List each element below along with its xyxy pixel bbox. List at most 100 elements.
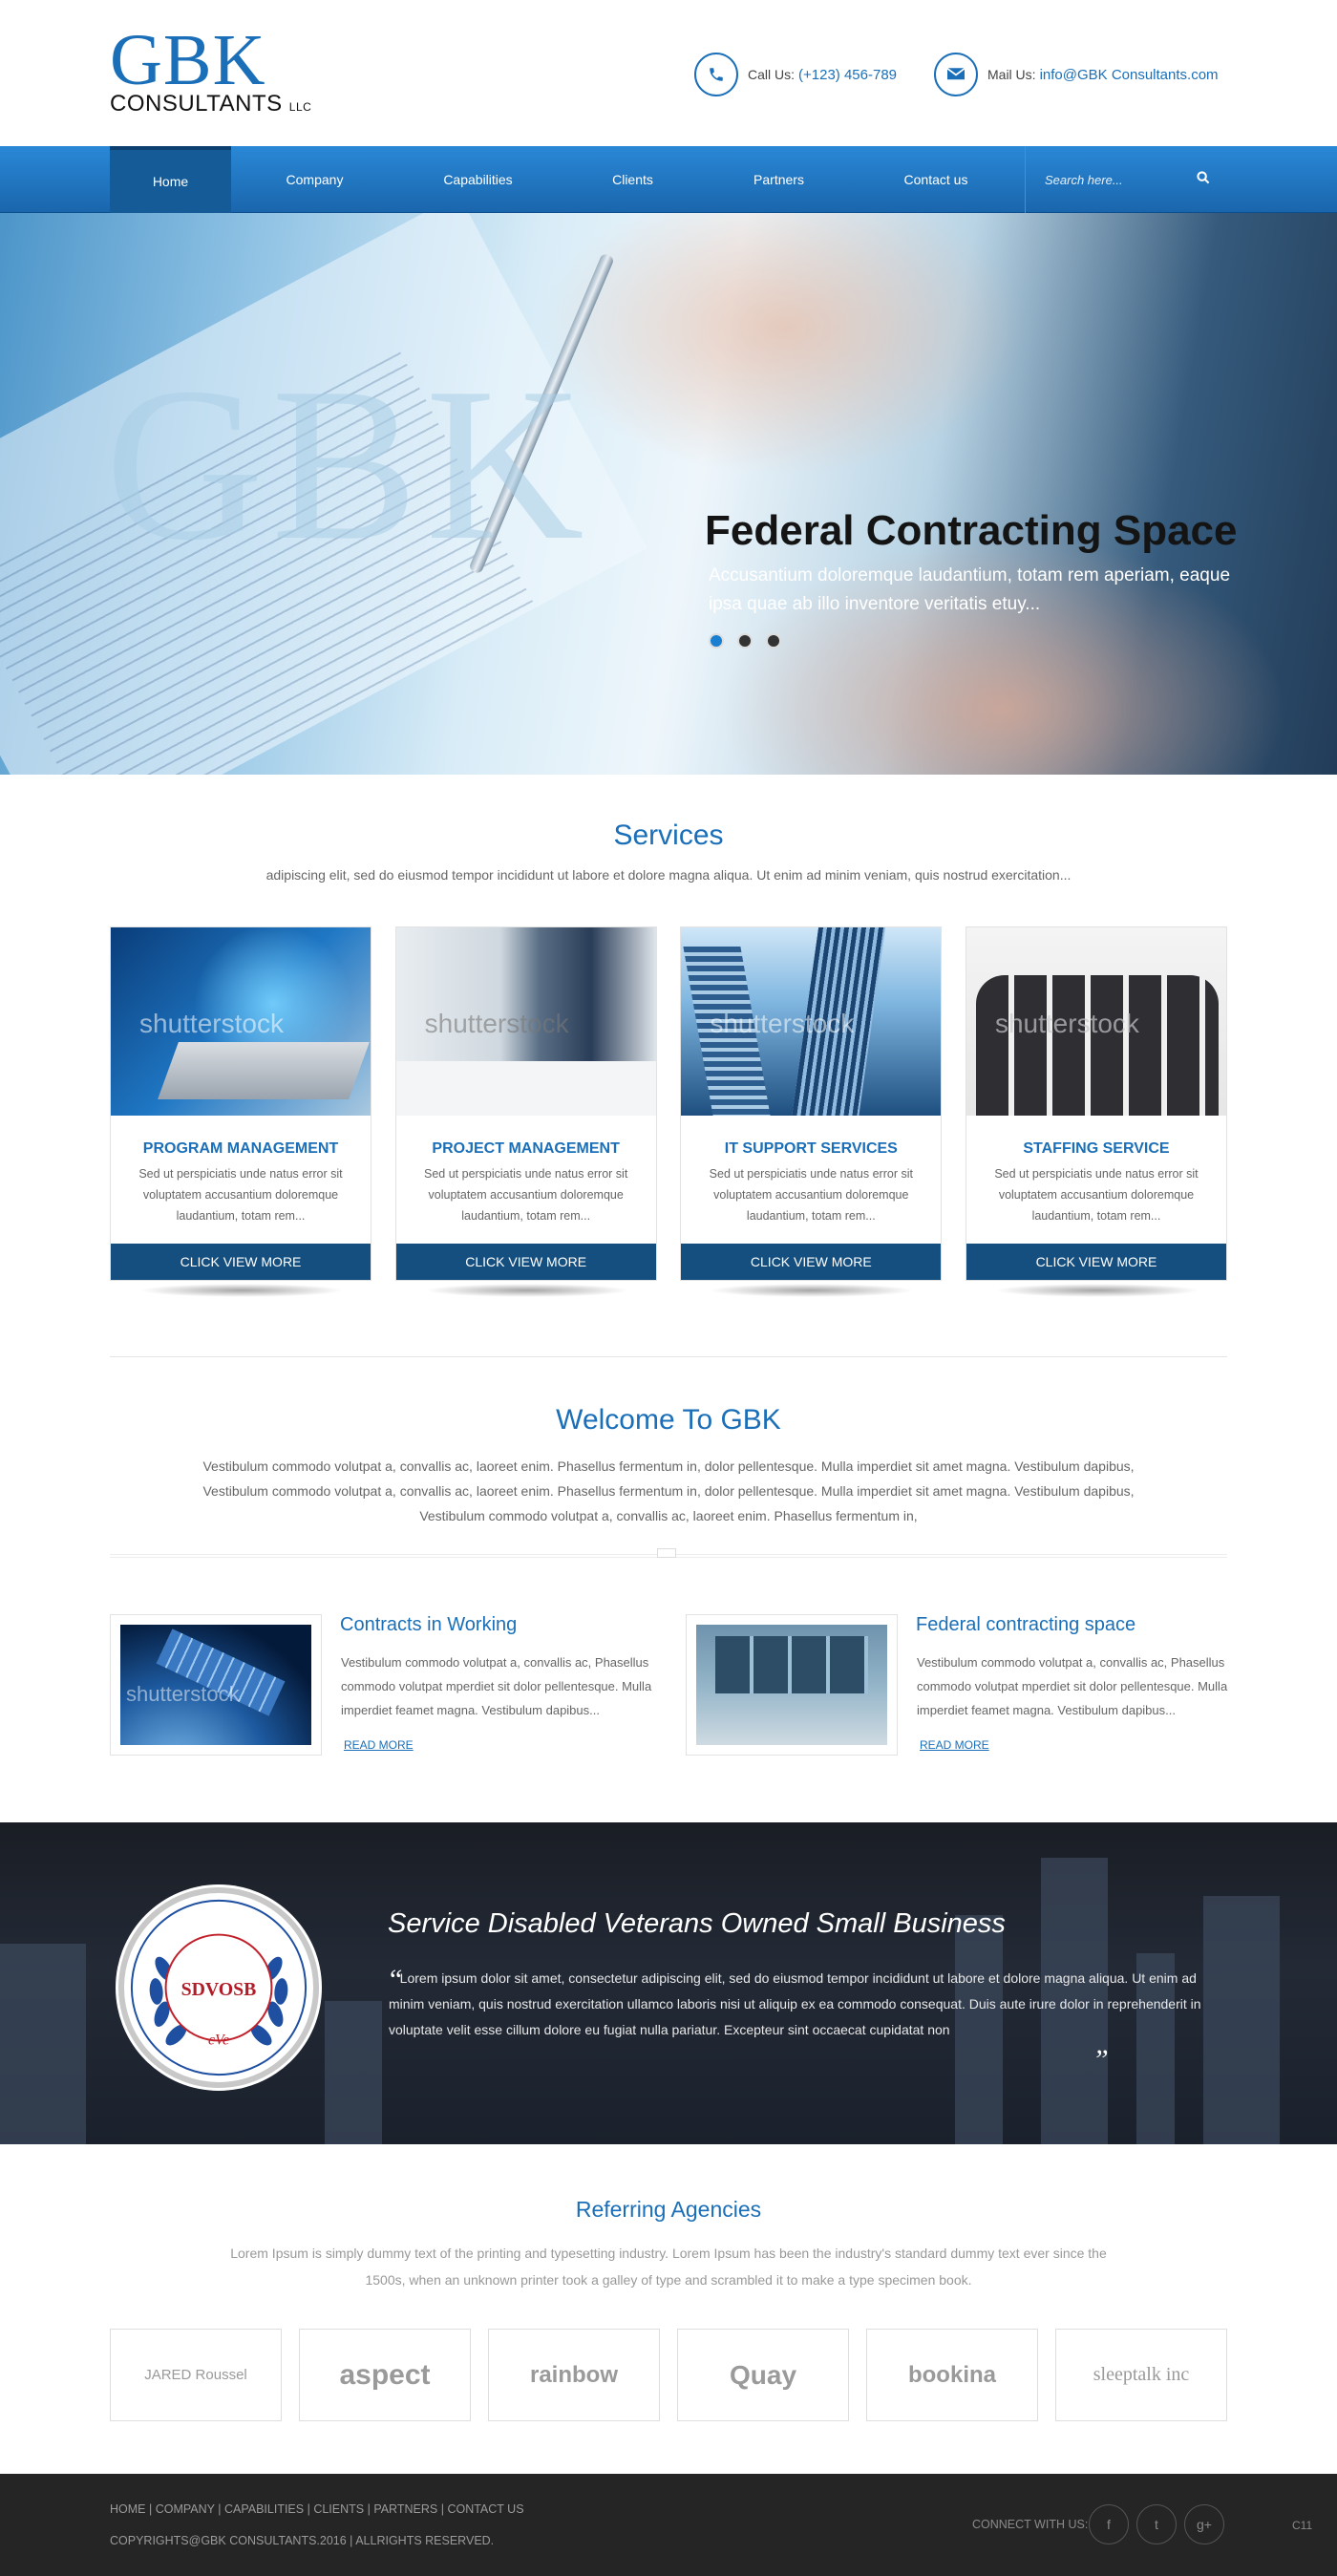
- feature-federal: Federal contracting space Vestibulum com…: [686, 1614, 1230, 1757]
- logo-rainbow[interactable]: rainbow: [488, 2329, 660, 2421]
- image-watermark: shutterstock: [126, 1682, 240, 1706]
- envelope-icon: [934, 53, 978, 96]
- feature-title[interactable]: Contracts in Working: [340, 1614, 517, 1636]
- image-watermark: shutterstock: [139, 1009, 284, 1038]
- service-card-staffing: shutterstock STAFFING SERVICE Sed ut per…: [965, 926, 1227, 1297]
- feature-text: Vestibulum commodo volutpat a, convallis…: [917, 1655, 1228, 1717]
- service-view-more-button[interactable]: CLICK VIEW MORE: [966, 1244, 1226, 1280]
- site-footer: HOME | COMPANY | CAPABILITIES | CLIENTS …: [0, 2474, 1337, 2576]
- service-image-meeting: shutterstock: [395, 927, 656, 1116]
- mail-contact: Mail Us: info@GBK Consultants.com: [934, 53, 1219, 96]
- service-image-team: shutterstock: [966, 927, 1226, 1116]
- slider-dot-3[interactable]: [766, 633, 781, 649]
- service-image-laptop: shutterstock: [111, 927, 371, 1116]
- phone-icon: [694, 53, 738, 96]
- card-shadow: [994, 1284, 1199, 1297]
- logo-aspect[interactable]: aspect: [299, 2329, 471, 2421]
- slider-dot-1[interactable]: [709, 633, 724, 649]
- site-logo[interactable]: GBK CONSULTANTS LLC: [110, 20, 320, 124]
- phone-label: Call Us:: [748, 67, 796, 82]
- search-input[interactable]: [1045, 172, 1188, 187]
- logo-bookina[interactable]: bookina: [866, 2329, 1038, 2421]
- logo-llc: LLC: [288, 100, 312, 114]
- twitter-icon[interactable]: t: [1136, 2504, 1177, 2544]
- feature-text: Vestibulum commodo volutpat a, convallis…: [341, 1655, 652, 1717]
- sdvosb-banner: SDVOSB cVe Service Disabled Veterans Own…: [0, 1822, 1337, 2144]
- phone-value[interactable]: (+123) 456-789: [798, 67, 897, 83]
- search-icon[interactable]: [1197, 171, 1210, 189]
- logo-quay[interactable]: Quay: [677, 2329, 849, 2421]
- footer-link-contact-us[interactable]: CONTACT US: [447, 2502, 523, 2516]
- banner-title: Service Disabled Veterans Owned Small Bu…: [388, 1908, 1006, 1939]
- service-text: Sed ut perspiciatis unde natus error sit…: [424, 1167, 628, 1223]
- slider-dots: [709, 633, 795, 649]
- read-more-link[interactable]: READ MORE: [920, 1738, 989, 1752]
- card-shadow: [710, 1284, 915, 1297]
- service-text: Sed ut perspiciatis unde natus error sit…: [138, 1167, 343, 1223]
- sdvosb-badge: SDVOSB cVe: [118, 1887, 319, 2088]
- feature-contracts: shutterstock Contracts in Working Vestib…: [110, 1614, 654, 1757]
- logo-subtitle: CONSULTANTS LLC: [110, 92, 320, 119]
- slider-dot-2[interactable]: [737, 633, 753, 649]
- service-card-program-management: shutterstock PROGRAM MANAGEMENT Sed ut p…: [110, 926, 371, 1297]
- team-shape: [975, 975, 1219, 1116]
- screens-shape: [715, 1636, 868, 1693]
- logo-sleeptalk[interactable]: sleeptalk inc: [1055, 2329, 1227, 2421]
- referring-title: Referring Agencies: [575, 2197, 762, 2222]
- logo-wordmark: GBK: [110, 20, 266, 100]
- footer-code: C11: [1292, 2519, 1313, 2532]
- satellite-image: shutterstock: [120, 1625, 311, 1745]
- footer-link-clients[interactable]: CLIENTS: [313, 2502, 364, 2516]
- service-text: Sed ut perspiciatis unde natus error sit…: [709, 1167, 913, 1223]
- nav-item-company[interactable]: Company: [231, 146, 398, 213]
- control-room-image: [696, 1625, 887, 1745]
- facebook-icon[interactable]: f: [1089, 2504, 1129, 2544]
- service-title: IT SUPPORT SERVICES: [724, 1140, 898, 1157]
- badge-text: SDVOSB: [181, 1979, 257, 2000]
- nav-item-partners[interactable]: Partners: [708, 146, 850, 213]
- service-view-more-button[interactable]: CLICK VIEW MORE: [395, 1244, 656, 1280]
- connect-label: CONNECT WITH US:: [972, 2518, 1089, 2531]
- hero-text: Accusantium doloremque laudantium, totam…: [709, 565, 1231, 614]
- mail-value[interactable]: info@GBK Consultants.com: [1040, 67, 1219, 83]
- phone-contact: Call Us: (+123) 456-789: [694, 53, 897, 96]
- footer-link-company[interactable]: COMPANY: [156, 2502, 215, 2516]
- banner-quote-text: Lorem ipsum dolor sit amet, consectetur …: [389, 1970, 1201, 2037]
- skyline-building: [325, 2001, 382, 2144]
- nav-item-capabilities[interactable]: Capabilities: [398, 146, 558, 213]
- feature-thumbnail[interactable]: shutterstock: [110, 1614, 322, 1756]
- feature-thumbnail[interactable]: [686, 1614, 898, 1756]
- skyline-building: [0, 1944, 86, 2144]
- laptop-shape: [158, 1042, 370, 1099]
- logo-jared-roussel[interactable]: JARED Roussel: [110, 2329, 282, 2421]
- google-plus-icon[interactable]: g+: [1184, 2504, 1224, 2544]
- services-title: Services: [613, 820, 724, 851]
- badge-mark: cVe: [208, 2032, 229, 2048]
- service-card-it-support: shutterstock IT SUPPORT SERVICES Sed ut …: [680, 926, 943, 1297]
- service-view-more-button[interactable]: CLICK VIEW MORE: [681, 1244, 942, 1280]
- hero-watermark: GBK: [105, 342, 592, 585]
- footer-link-capabilities[interactable]: CAPABILITIES: [224, 2502, 304, 2516]
- service-view-more-button[interactable]: CLICK VIEW MORE: [111, 1244, 371, 1280]
- section-divider: [110, 1356, 1227, 1357]
- service-title: STAFFING SERVICE: [1023, 1140, 1170, 1157]
- card-shadow: [139, 1284, 344, 1297]
- image-watermark: shutterstock: [424, 1009, 569, 1038]
- footer-link-home[interactable]: HOME: [110, 2502, 146, 2516]
- site-header: GBK CONSULTANTS LLC Call Us: (+123) 456-…: [0, 0, 1337, 146]
- hero-slider: GBK Federal Contracting Space Accusantiu…: [0, 213, 1337, 775]
- nav-item-home[interactable]: Home: [110, 146, 231, 213]
- nav-item-clients[interactable]: Clients: [558, 146, 708, 213]
- welcome-text: Vestibulum commodo volutpat a, convallis…: [202, 1458, 1135, 1523]
- service-image-buildings: shutterstock: [681, 927, 942, 1116]
- services-grid: shutterstock PROGRAM MANAGEMENT Sed ut p…: [110, 926, 1227, 1297]
- services-subtitle: adipiscing elit, sed do eiusmod tempor i…: [265, 867, 1072, 883]
- welcome-divider: [110, 1548, 1227, 1558]
- footer-link-partners[interactable]: PARTNERS: [373, 2502, 437, 2516]
- divider-ornament: [657, 1548, 676, 1558]
- service-title: PROGRAM MANAGEMENT: [142, 1140, 339, 1157]
- feature-title[interactable]: Federal contracting space: [916, 1614, 1135, 1636]
- footer-copyright: COPYRIGHTS@GBK CONSULTANTS.2016 | ALLRIG…: [110, 2534, 495, 2547]
- nav-item-contact-us[interactable]: Contact us: [850, 146, 1022, 213]
- read-more-link[interactable]: READ MORE: [344, 1738, 414, 1752]
